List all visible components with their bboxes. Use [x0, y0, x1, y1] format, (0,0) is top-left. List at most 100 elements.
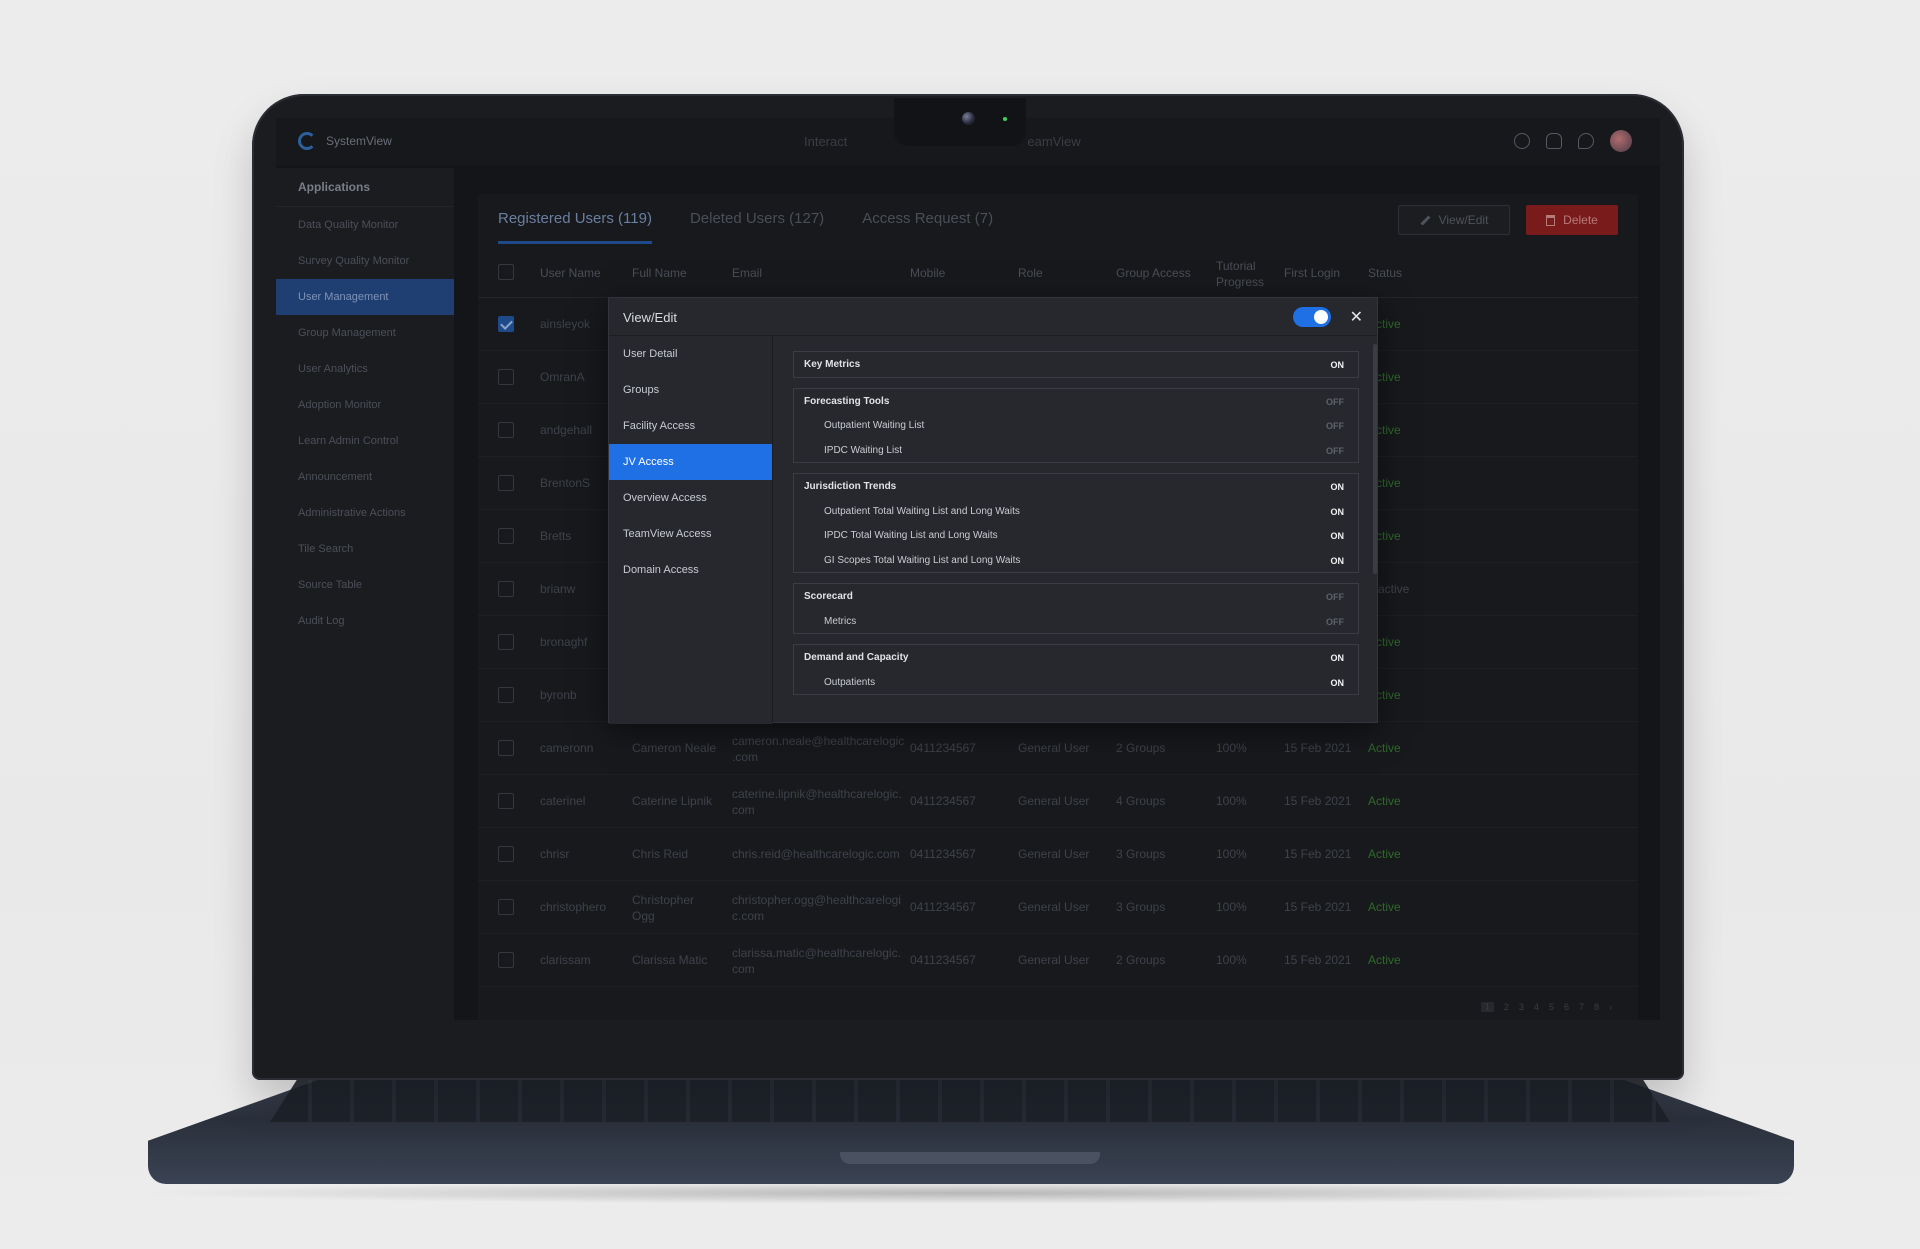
- access-item[interactable]: Outpatient Total Waiting List and Long W…: [794, 499, 1358, 524]
- access-state-toggle[interactable]: ON: [1331, 360, 1345, 370]
- row-checkbox[interactable]: [498, 316, 514, 332]
- access-state-toggle[interactable]: ON: [1331, 507, 1345, 517]
- access-state-toggle[interactable]: ON: [1331, 678, 1345, 688]
- modal-nav-groups[interactable]: Groups: [609, 372, 772, 408]
- access-state-toggle[interactable]: OFF: [1326, 446, 1344, 456]
- sidebar-item-announcement[interactable]: Announcement: [276, 459, 454, 495]
- app-logo-icon: [298, 132, 316, 150]
- row-checkbox[interactable]: [498, 422, 514, 438]
- sidebar-item-user-analytics[interactable]: User Analytics: [276, 351, 454, 387]
- row-checkbox[interactable]: [498, 528, 514, 544]
- access-item[interactable]: Outpatients ON: [794, 670, 1358, 695]
- page-6[interactable]: 6: [1564, 1002, 1569, 1012]
- row-checkbox[interactable]: [498, 846, 514, 862]
- access-item[interactable]: Outpatient Waiting List OFF: [794, 413, 1358, 438]
- table-row[interactable]: christophero Christopher Ogg christopher.og…: [478, 881, 1638, 934]
- delete-button[interactable]: Delete: [1526, 205, 1618, 235]
- row-checkbox[interactable]: [498, 687, 514, 703]
- brand[interactable]: SystemView: [298, 132, 392, 150]
- access-state-toggle[interactable]: OFF: [1326, 397, 1344, 407]
- top-nav-teamview[interactable]: eamView: [1027, 134, 1080, 149]
- col-first-login[interactable]: First Login: [1284, 266, 1340, 280]
- access-item[interactable]: GI Scopes Total Waiting List and Long Wa…: [794, 548, 1358, 573]
- row-checkbox[interactable]: [498, 952, 514, 968]
- sidebar-item-source-table[interactable]: Source Table: [276, 567, 454, 603]
- page-4[interactable]: 4: [1534, 1002, 1539, 1012]
- top-nav-interact[interactable]: Interact: [804, 134, 847, 149]
- row-checkbox[interactable]: [498, 899, 514, 915]
- col-group-access[interactable]: Group Access: [1116, 266, 1191, 280]
- modal-nav-teamview-access[interactable]: TeamView Access: [609, 516, 772, 552]
- page-1[interactable]: 1: [1480, 1002, 1494, 1012]
- cell-username: OmranA: [540, 370, 585, 384]
- access-item[interactable]: Jurisdiction Trends ON: [794, 474, 1358, 499]
- col-email[interactable]: Email: [732, 266, 762, 280]
- col-mobile[interactable]: Mobile: [910, 266, 945, 280]
- page-7[interactable]: 7: [1579, 1002, 1584, 1012]
- access-state-toggle[interactable]: OFF: [1326, 421, 1344, 431]
- chat-icon[interactable]: [1578, 133, 1594, 149]
- page-8[interactable]: 8: [1594, 1002, 1599, 1012]
- sidebar-item-administrative-actions[interactable]: Administrative Actions: [276, 495, 454, 531]
- table-row[interactable]: clarissam Clarissa Matic clarissa.matic@he…: [478, 934, 1638, 987]
- access-item[interactable]: IPDC Waiting List OFF: [794, 438, 1358, 463]
- access-state-toggle[interactable]: ON: [1331, 653, 1345, 663]
- access-state-toggle[interactable]: ON: [1331, 482, 1345, 492]
- sidebar-item-tile-search[interactable]: Tile Search: [276, 531, 454, 567]
- access-state-toggle[interactable]: ON: [1331, 531, 1345, 541]
- tab-deleted-users[interactable]: Deleted Users (127): [690, 194, 824, 244]
- cell-group-access: 3 Groups: [1116, 900, 1166, 914]
- avatar[interactable]: [1610, 130, 1632, 152]
- access-item[interactable]: Metrics OFF: [794, 609, 1358, 634]
- row-checkbox[interactable]: [498, 634, 514, 650]
- sidebar-item-learn-admin-control[interactable]: Learn Admin Control: [276, 423, 454, 459]
- sidebar-item-group-management[interactable]: Group Management: [276, 315, 454, 351]
- row-checkbox[interactable]: [498, 740, 514, 756]
- bell-icon[interactable]: [1546, 133, 1562, 149]
- table-row[interactable]: chrisr Chris Reid chris.reid@healthcarelog…: [478, 828, 1638, 881]
- table-row[interactable]: caterinel Caterine Lipnik caterine.lipnik@…: [478, 775, 1638, 828]
- modal-nav-facility-access[interactable]: Facility Access: [609, 408, 772, 444]
- modal-nav-jv-access[interactable]: JV Access: [609, 444, 772, 480]
- access-state-toggle[interactable]: OFF: [1326, 617, 1344, 627]
- tab-registered-users[interactable]: Registered Users (119): [498, 194, 652, 244]
- modal-nav-domain-access[interactable]: Domain Access: [609, 552, 772, 588]
- access-state-toggle[interactable]: ON: [1331, 556, 1345, 566]
- row-checkbox[interactable]: [498, 369, 514, 385]
- access-item[interactable]: IPDC Total Waiting List and Long Waits ON: [794, 523, 1358, 548]
- col-status[interactable]: Status: [1368, 266, 1402, 280]
- row-checkbox[interactable]: [498, 793, 514, 809]
- modal-nav-overview-access[interactable]: Overview Access: [609, 480, 772, 516]
- modal-nav-user-detail[interactable]: User Detail: [609, 336, 772, 372]
- page-3[interactable]: 3: [1519, 1002, 1524, 1012]
- help-icon[interactable]: [1514, 133, 1530, 149]
- sidebar-item-audit-log[interactable]: Audit Log: [276, 603, 454, 639]
- view-edit-button[interactable]: View/Edit: [1398, 205, 1510, 235]
- modal-scrollbar[interactable]: [1373, 344, 1377, 574]
- col-fullname[interactable]: Full Name: [632, 266, 687, 280]
- access-item[interactable]: Demand and Capacity ON: [794, 645, 1358, 670]
- select-all-checkbox[interactable]: [498, 264, 514, 280]
- access-item[interactable]: Forecasting Tools OFF: [794, 389, 1358, 414]
- col-tutorial-progress[interactable]: Tutorial Progress: [1216, 258, 1264, 290]
- page-2[interactable]: 2: [1504, 1002, 1509, 1012]
- page-5[interactable]: 5: [1549, 1002, 1554, 1012]
- sidebar-item-adoption-monitor[interactable]: Adoption Monitor: [276, 387, 454, 423]
- modal-toggle-switch[interactable]: [1293, 307, 1331, 327]
- cell-username: clarissam: [540, 953, 591, 967]
- col-username[interactable]: User Name: [540, 266, 601, 280]
- access-item[interactable]: Key Metrics ON: [794, 352, 1358, 377]
- sidebar-item-user-management[interactable]: User Management: [276, 279, 454, 315]
- close-icon[interactable]: ✕: [1350, 307, 1363, 327]
- sidebar-item-survey-quality-monitor[interactable]: Survey Quality Monitor: [276, 243, 454, 279]
- next-page-icon[interactable]: ›: [1609, 1002, 1612, 1012]
- row-checkbox[interactable]: [498, 475, 514, 491]
- row-checkbox[interactable]: [498, 581, 514, 597]
- sidebar: Applications Data Quality Monitor Survey …: [276, 168, 454, 1020]
- tab-access-request[interactable]: Access Request (7): [862, 194, 993, 244]
- access-item[interactable]: Scorecard OFF: [794, 584, 1358, 609]
- access-state-toggle[interactable]: OFF: [1326, 592, 1344, 602]
- table-row[interactable]: cameronn Cameron Neale cameron.neale@healt…: [478, 722, 1638, 775]
- col-role[interactable]: Role: [1018, 266, 1043, 280]
- sidebar-item-data-quality-monitor[interactable]: Data Quality Monitor: [276, 207, 454, 243]
